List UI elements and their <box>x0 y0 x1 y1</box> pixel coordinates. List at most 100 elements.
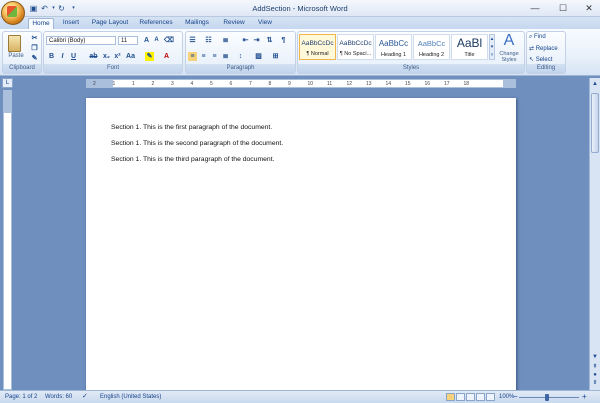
select-label: Select <box>535 57 553 63</box>
multilevel-list-icon[interactable]: ≣ <box>221 36 230 45</box>
bold-icon[interactable]: B <box>47 52 56 61</box>
web-layout-icon[interactable] <box>466 393 475 401</box>
scroll-down-icon[interactable]: ▼ <box>591 353 599 361</box>
format-painter-icon[interactable]: ✎ <box>30 54 39 63</box>
print-layout-icon[interactable] <box>446 393 455 401</box>
proofing-icon[interactable]: ✓ <box>82 392 88 400</box>
ruler-tab-selector[interactable]: L <box>2 78 13 88</box>
office-logo-icon <box>7 6 17 17</box>
page-count[interactable]: Page: 1 of 2 <box>5 394 37 400</box>
ruler-right-margin <box>503 80 515 87</box>
vertical-scrollbar[interactable]: ▲ ▼ ⇞ ● ⇟ <box>589 78 600 390</box>
find-label: Find <box>534 34 546 40</box>
subscript-icon[interactable]: x₂ <box>102 52 111 61</box>
tab-home[interactable]: Home <box>28 18 54 29</box>
ruler-number: 4 <box>190 81 194 87</box>
ruler-number: 5 <box>210 81 213 87</box>
font-color-icon[interactable]: A <box>162 52 171 61</box>
full-screen-reading-icon[interactable] <box>456 393 465 401</box>
clear-formatting-icon[interactable]: ⌫ <box>164 36 174 45</box>
change-styles-icon[interactable]: A <box>500 32 518 50</box>
scroll-up-icon[interactable]: ▲ <box>591 80 599 88</box>
next-page-icon[interactable]: ⇟ <box>591 379 599 387</box>
ruler-number: 15 <box>405 81 411 87</box>
show-marks-icon[interactable]: ¶ <box>279 36 288 45</box>
select-button[interactable]: ↖ Select <box>529 56 552 63</box>
zoom-slider[interactable] <box>519 397 579 398</box>
ruler-left-margin <box>87 80 113 87</box>
zoom-out-icon[interactable]: − <box>513 392 518 401</box>
shading-icon[interactable]: ▨ <box>254 52 263 61</box>
borders-icon[interactable]: ⊞ <box>271 52 280 61</box>
tab-page-layout[interactable]: Page Layout <box>88 18 132 29</box>
tab-references[interactable]: References <box>136 18 176 29</box>
ruler-number: 16 <box>424 81 431 87</box>
tab-view[interactable]: View <box>253 18 277 29</box>
ruler-number: 1 <box>112 81 116 87</box>
justify-icon[interactable]: ≣ <box>221 52 230 61</box>
align-right-icon[interactable]: ≡ <box>210 52 219 61</box>
numbering-icon[interactable]: ☷ <box>204 36 213 45</box>
paste-button[interactable]: Paste <box>5 53 27 59</box>
style-name: ¶ No Spaci... <box>339 51 372 57</box>
document-paragraph[interactable]: Section 1. This is the second paragraph … <box>111 140 283 147</box>
ruler-number: 6 <box>229 81 233 87</box>
ruler-number: 8 <box>268 81 272 87</box>
style-name: Heading 1 <box>380 52 407 58</box>
paste-icon[interactable] <box>8 35 21 52</box>
previous-page-icon[interactable]: ⇞ <box>591 363 599 371</box>
draft-icon[interactable] <box>486 393 495 401</box>
cut-icon[interactable]: ✂ <box>30 34 39 43</box>
zoom-in-icon[interactable]: + <box>582 392 587 401</box>
scroll-thumb[interactable] <box>591 93 599 153</box>
replace-button[interactable]: ⇄ Replace <box>529 45 558 52</box>
clipboard-group-label: Clipboard <box>3 64 41 73</box>
minimize-icon[interactable]: — <box>526 2 544 14</box>
sort-icon[interactable]: ⇅ <box>265 36 274 45</box>
zoom-slider-thumb[interactable] <box>545 394 549 401</box>
bullets-icon[interactable]: ☰ <box>188 36 197 45</box>
shrink-font-icon[interactable]: A <box>152 36 161 45</box>
style-title[interactable]: AaBl Title <box>451 34 488 60</box>
close-icon[interactable]: ✕ <box>580 2 598 14</box>
word-count[interactable]: Words: 60 <box>45 394 72 400</box>
find-button[interactable]: ⌕ Find <box>529 34 546 41</box>
vertical-ruler[interactable] <box>3 90 12 390</box>
underline-icon[interactable]: U <box>69 52 78 61</box>
select-icon: ↖ <box>529 57 536 63</box>
change-styles-button[interactable]: Change Styles <box>496 51 522 63</box>
language-status[interactable]: English (United States) <box>100 394 161 400</box>
italic-icon[interactable]: I <box>58 52 67 61</box>
change-case-icon[interactable]: Aa <box>126 52 135 61</box>
tab-review[interactable]: Review <box>219 18 249 29</box>
horizontal-ruler[interactable]: 2 1 1 2 3 4 5 6 7 8 9 10 11 12 13 14 15 16 17 18 <box>86 79 516 88</box>
style-heading-1[interactable]: AaBbCc Heading 1 <box>375 34 412 60</box>
tab-mailings[interactable]: Mailings <box>180 18 214 29</box>
maximize-icon[interactable]: ☐ <box>554 2 572 14</box>
document-paragraph[interactable]: Section 1. This is the first paragraph o… <box>111 124 272 131</box>
align-left-icon[interactable]: ≡ <box>188 52 197 61</box>
font-name-combo[interactable]: Calibri (Body) <box>46 36 116 45</box>
ruler-number: 3 <box>171 81 174 87</box>
ruler-number: 2 <box>93 81 96 87</box>
style-no-spacing[interactable]: AaBbCcDc ¶ No Spaci... <box>337 34 374 60</box>
superscript-icon[interactable]: x² <box>113 52 122 61</box>
grow-font-icon[interactable]: A <box>142 36 151 45</box>
styles-scroll-icon[interactable]: ▴ ▾ ▿ <box>489 34 495 60</box>
outline-icon[interactable] <box>476 393 485 401</box>
line-spacing-icon[interactable]: ↕ <box>236 52 245 61</box>
copy-icon[interactable]: ❐ <box>30 44 39 53</box>
tab-insert[interactable]: Insert <box>58 18 84 29</box>
strikethrough-icon[interactable]: ab <box>89 52 98 61</box>
style-heading-2[interactable]: AaBbCc Heading 2 <box>413 34 450 60</box>
style-normal[interactable]: AaBbCcDc ¶ Normal <box>299 34 336 60</box>
document-paragraph[interactable]: Section 1. This is the third paragraph o… <box>111 156 274 163</box>
decrease-indent-icon[interactable]: ⇤ <box>241 36 250 45</box>
align-center-icon[interactable]: ≡ <box>199 52 208 61</box>
increase-indent-icon[interactable]: ⇥ <box>252 36 261 45</box>
highlight-icon[interactable]: ✎ <box>145 52 154 61</box>
style-preview: AaBbCc <box>417 39 446 48</box>
font-size-combo[interactable]: 11 <box>118 36 138 45</box>
browse-object-icon[interactable]: ● <box>591 371 599 379</box>
editing-group-label: Editing <box>527 64 565 73</box>
